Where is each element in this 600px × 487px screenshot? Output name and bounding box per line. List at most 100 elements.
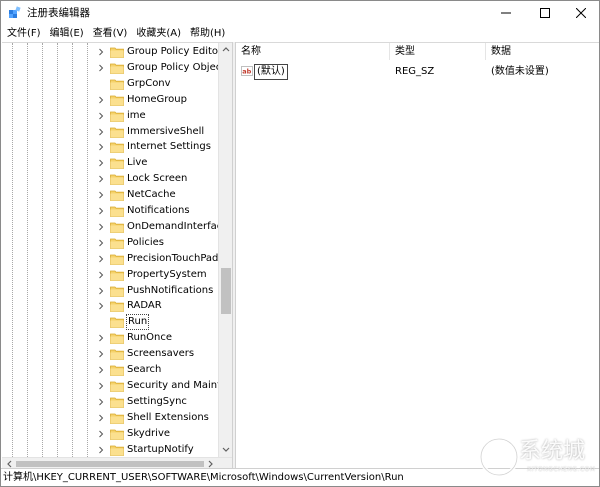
chevron-right-icon[interactable] [97,382,105,390]
tree-item-label: ime [127,109,146,121]
folder-icon [110,317,124,329]
chevron-right-icon[interactable] [97,48,105,56]
chevron-right-icon[interactable] [97,191,105,199]
values-pane[interactable]: 名称 类型 数据 ab (默认) REG_SZ (数值未设置) [236,42,599,468]
maximize-button[interactable] [528,1,562,25]
chevron-right-icon[interactable] [97,334,105,342]
tree-item[interactable]: Screensavers [2,346,218,362]
tree-item[interactable]: Lock Screen [2,171,218,187]
folder-icon [110,429,124,440]
tree-item-label: Run [126,314,150,331]
column-header-type[interactable]: 类型 [390,43,486,60]
chevron-right-icon[interactable] [97,207,105,215]
folder-icon [110,142,124,154]
chevron-right-icon[interactable] [97,175,105,183]
title-bar[interactable]: 注册表编辑器 [1,1,599,25]
tree-item[interactable]: Security and Mainte [2,378,227,394]
folder-icon [110,301,124,313]
tree-item[interactable]: RunOnce [2,330,218,346]
tree-item[interactable]: Policies [2,235,218,251]
tree-item[interactable]: PropertySystem [2,267,218,283]
tree-hscroll-thumb[interactable] [16,461,204,467]
menu-favorites[interactable]: 收藏夹(A) [132,27,186,41]
column-header-name[interactable]: 名称 [236,43,390,60]
tree-item[interactable]: Group Policy Editor [2,44,222,60]
menu-bar: 文件(F) 编辑(E) 查看(V) 收藏夹(A) 帮助(H) [1,25,599,42]
tree-horizontal-scrollbar[interactable] [2,457,232,468]
tree-item[interactable]: StartupNotify [2,442,218,458]
chevron-right-icon[interactable] [97,414,105,422]
folder-icon [110,63,124,74]
chevron-right-icon[interactable] [97,430,105,438]
key-path[interactable]: 计算机\HKEY_CURRENT_USER\SOFTWARE\Microsoft… [3,471,404,485]
key-tree-pane[interactable]: Group Policy Editor Group Policy Objec Grp… [2,42,232,468]
tree-item[interactable]: Internet Settings [2,139,218,155]
svg-text:ab: ab [242,68,251,76]
column-header-data[interactable]: 数据 [486,43,599,60]
close-button[interactable] [564,1,598,25]
tree-item-label: Live [127,157,148,169]
folder-icon [110,95,124,106]
chevron-right-icon[interactable] [97,271,105,279]
tree-item[interactable]: HomeGroup [2,92,218,108]
menu-file[interactable]: 文件(F) [3,27,46,41]
scroll-left-icon[interactable] [4,459,14,468]
tree-item[interactable]: SettingSync [2,394,218,410]
chevron-right-icon[interactable] [97,112,105,120]
chevron-right-icon[interactable] [97,255,105,263]
tree-item[interactable]: Skydrive [2,426,218,442]
tree-item-label: Notifications [127,205,190,216]
folder-icon [110,222,124,233]
chevron-right-icon[interactable] [97,143,105,151]
scroll-up-icon[interactable] [221,44,231,54]
tree-item-label: Policies [127,236,164,248]
chevron-right-icon[interactable] [97,159,105,167]
tree-item[interactable]: Live [2,155,218,171]
tree-item[interactable]: NetCache [2,187,218,203]
chevron-right-icon[interactable] [97,223,105,231]
chevron-right-icon[interactable] [97,398,105,406]
menu-help[interactable]: 帮助(H) [186,27,230,41]
tree-item[interactable]: OnDemandInterface [2,219,228,235]
tree-item[interactable]: ime [2,108,218,124]
tree-item[interactable]: PrecisionTouchPad [2,251,218,267]
scroll-right-icon[interactable] [206,459,216,468]
value-row[interactable]: ab (默认) REG_SZ (数值未设置) [236,63,599,80]
value-name[interactable]: (默认) [254,64,288,80]
folder-icon [110,174,124,186]
tree-scroll-thumb[interactable] [221,268,231,315]
tree-vertical-scrollbar[interactable] [218,43,232,457]
folder-icon [110,238,124,249]
chevron-right-icon[interactable] [97,287,105,295]
tree-item[interactable]: Shell Extensions [2,410,218,426]
watermark: 系统城 XITONGCHENG.COM [477,433,599,485]
tree-item[interactable]: Notifications [2,203,218,219]
tree-item[interactable]: RADAR [2,298,218,314]
tree-item-label: GrpConv [127,77,171,89]
scroll-down-icon[interactable] [221,445,231,455]
menu-edit[interactable]: 编辑(E) [46,27,89,41]
tree-item[interactable]: Run [2,314,218,331]
chevron-right-icon[interactable] [97,239,105,247]
tree-item[interactable]: GrpConv [2,76,218,92]
tree-item[interactable]: Group Policy Objec [2,60,221,76]
chevron-right-icon[interactable] [97,96,105,104]
folder-icon [110,47,124,58]
chevron-right-icon[interactable] [97,350,105,358]
chevron-right-icon[interactable] [97,446,105,454]
minimize-button[interactable] [489,1,523,25]
chevron-right-icon[interactable] [97,128,105,136]
tree-item[interactable]: PushNotifications [2,283,218,299]
close-icon [576,8,586,18]
folder-icon [110,254,124,265]
folder-icon [110,158,124,170]
regedit-icon [9,6,21,18]
watermark-logo-icon [479,437,519,477]
tree-item-label: Search [127,364,162,375]
chevron-right-icon[interactable] [97,366,105,374]
tree-item[interactable]: ImmersiveShell [2,124,218,140]
chevron-right-icon[interactable] [97,302,105,310]
tree-item[interactable]: Search [2,362,218,378]
chevron-right-icon[interactable] [97,64,105,72]
menu-view[interactable]: 查看(V) [89,27,133,41]
